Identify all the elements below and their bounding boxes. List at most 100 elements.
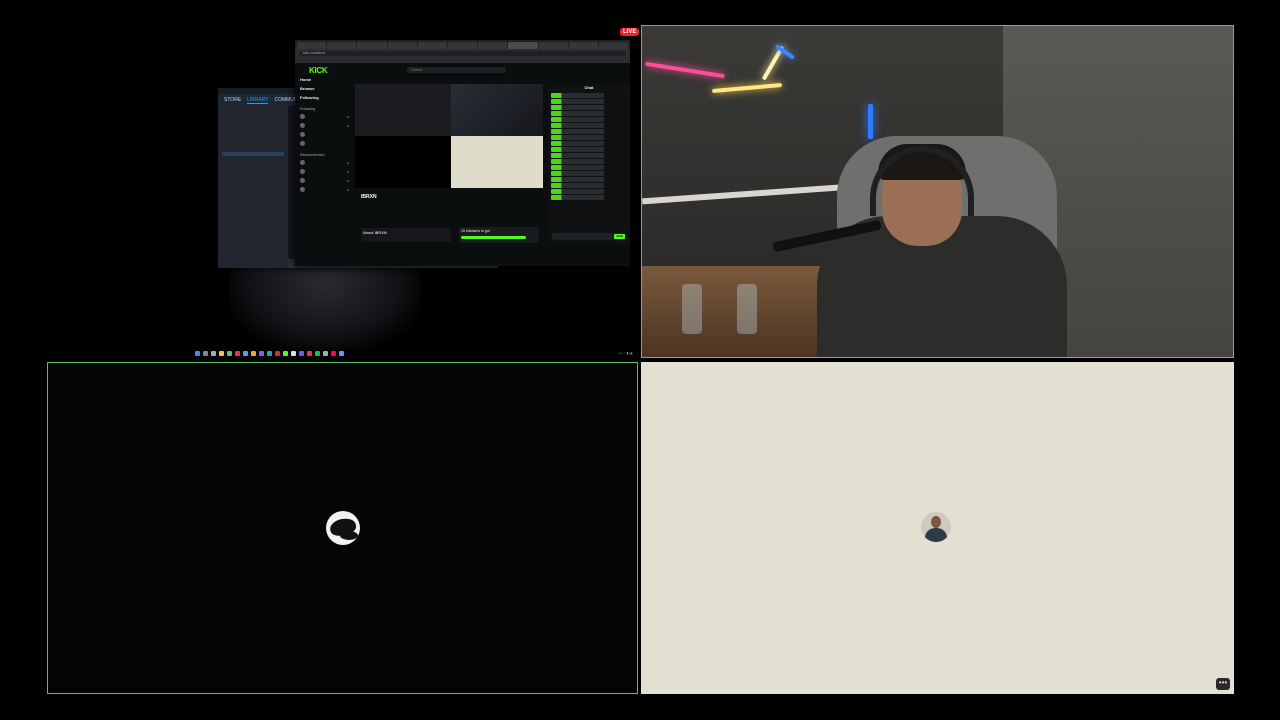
kick-sidebar: Home Browse Following Following ● ● Reco… (295, 75, 353, 266)
chat-message (551, 153, 627, 158)
webcam-tile[interactable] (641, 25, 1234, 358)
app-icon[interactable] (291, 350, 296, 356)
app-icon[interactable] (299, 350, 304, 356)
screen-share-tile[interactable]: STORE LIBRARY COMMUNITY kick.com/ibrxn K… (0, 0, 640, 360)
app-icon[interactable] (323, 350, 328, 356)
steam-nav-store[interactable]: STORE (224, 97, 241, 103)
avatar-icon (300, 169, 305, 174)
participant-tile-black[interactable] (47, 362, 638, 694)
app-icon[interactable] (331, 350, 336, 356)
app-icon[interactable] (235, 350, 240, 356)
browser-tab[interactable] (447, 42, 478, 49)
windows-start-icon[interactable] (195, 350, 200, 356)
avatar-icon (921, 512, 951, 542)
stream-info: IBRXN (361, 194, 541, 218)
kick-channel-item[interactable]: ● (300, 121, 353, 130)
bookmarks-bar[interactable] (295, 57, 630, 64)
kick-channel-item[interactable] (300, 139, 353, 148)
water-bottle (682, 284, 702, 334)
avatar-icon (300, 114, 305, 119)
chat-message (551, 195, 627, 200)
more-options-icon[interactable]: ••• (1216, 678, 1230, 690)
browser-tab[interactable] (538, 42, 568, 49)
shelf (642, 183, 852, 205)
live-badge-icon: LIVE (620, 28, 640, 36)
kick-search-input[interactable]: Search (407, 67, 507, 73)
chat-message (551, 147, 627, 152)
avatar-icon (300, 178, 305, 183)
kick-nav-browse[interactable]: Browse (300, 84, 353, 93)
browser-tab[interactable] (387, 42, 417, 49)
browser-tab[interactable] (327, 42, 357, 49)
app-icon[interactable] (275, 350, 280, 356)
steam-library-sidebar[interactable] (218, 106, 288, 268)
kick-channel-item[interactable]: ● (300, 112, 353, 121)
stream-preview-screen (355, 84, 451, 136)
chat-message (551, 117, 627, 122)
participant-tile-beige[interactable]: ••• (641, 362, 1234, 694)
app-icon[interactable] (339, 350, 344, 356)
search-icon[interactable] (203, 350, 208, 356)
kick-channel-item[interactable]: ● (300, 167, 353, 176)
chat-message (551, 105, 627, 110)
avatar-icon (300, 123, 305, 128)
chat-message (551, 165, 627, 170)
address-bar[interactable]: kick.com/ibrxn (299, 50, 626, 56)
steam-nav-library[interactable]: LIBRARY (247, 97, 269, 104)
avatar-icon (300, 160, 305, 165)
app-icon[interactable] (315, 350, 320, 356)
browser-window[interactable]: kick.com/ibrxn KICK Search Home Browse F… (295, 40, 630, 266)
avatar-icon (300, 132, 305, 137)
browser-tabs (295, 40, 630, 49)
streamer-name[interactable]: IBRXN (361, 194, 541, 200)
app-icon[interactable] (251, 350, 256, 356)
chat-message (551, 141, 627, 146)
chat-message (551, 129, 627, 134)
avatar-icon (300, 141, 305, 146)
followers-goal-bar (461, 236, 526, 239)
chat-message (551, 93, 627, 98)
app-icon[interactable] (227, 350, 232, 356)
folder-icon[interactable] (219, 350, 224, 356)
stream-preview-tile (451, 136, 543, 188)
neon-light (868, 104, 873, 139)
about-panel: About IBRXN (361, 228, 451, 242)
chat-title: Chat (584, 85, 594, 90)
kick-channel-item[interactable]: ● (300, 185, 353, 194)
taskview-icon[interactable] (211, 350, 216, 356)
kick-channel-item[interactable]: ● (300, 158, 353, 167)
app-icon[interactable] (283, 350, 288, 356)
chat-message (551, 111, 627, 116)
browser-tab[interactable] (598, 42, 629, 49)
neon-light (645, 61, 725, 79)
followers-goal: 15 followers to go! (459, 227, 539, 243)
chat-message (551, 123, 627, 128)
chat-input[interactable]: Chat (552, 233, 626, 240)
browser-tab[interactable] (478, 42, 508, 49)
app-icon[interactable] (259, 350, 264, 356)
water-bottle (737, 284, 757, 334)
stream-tags (361, 202, 541, 206)
chat-send-button[interactable]: Chat (614, 234, 625, 239)
kick-chat: Chat Chat (548, 84, 630, 244)
kick-channel-item[interactable] (300, 130, 353, 139)
browser-tab-active[interactable] (508, 42, 538, 49)
browser-tab[interactable] (568, 42, 598, 49)
kick-channel-item[interactable]: ● (300, 176, 353, 185)
kick-nav-following[interactable]: Following (300, 93, 353, 102)
chat-message (551, 99, 627, 104)
browser-tab[interactable] (417, 42, 447, 49)
kick-nav-home[interactable]: Home (300, 75, 353, 84)
chat-message (551, 189, 627, 194)
neon-light (711, 82, 783, 94)
chat-message (551, 183, 627, 188)
kick-video-player[interactable] (355, 84, 543, 188)
app-icon[interactable] (267, 350, 272, 356)
system-tray[interactable]: ◂ ⌁ ◔ ◧ 🔈 (619, 351, 634, 355)
chat-message (551, 159, 627, 164)
browser-tab[interactable] (357, 42, 387, 49)
kick-logo[interactable]: KICK (309, 66, 328, 75)
browser-tab[interactable] (297, 42, 327, 49)
app-icon[interactable] (307, 350, 312, 356)
app-icon[interactable] (243, 350, 248, 356)
